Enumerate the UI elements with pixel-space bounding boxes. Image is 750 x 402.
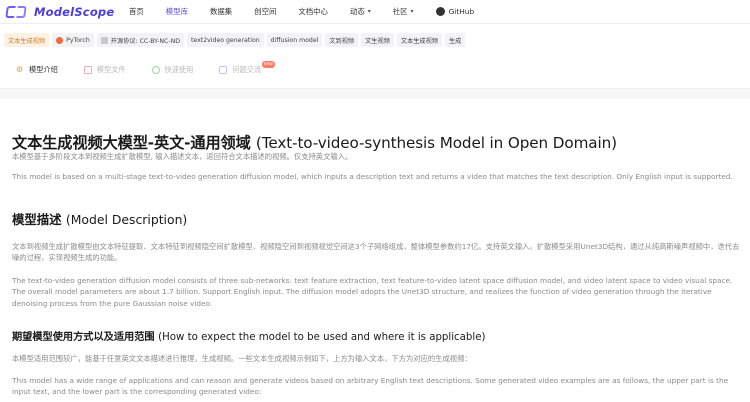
tab-label: 快速使用 xyxy=(164,65,194,74)
nav-item-6[interactable]: 社区 ▾ xyxy=(382,0,425,24)
nav-item-5[interactable]: 动态 ▾ xyxy=(339,0,382,24)
tag-label: diffusion model xyxy=(270,36,319,44)
usage-heading-en: (How to expect the model to be used and … xyxy=(158,332,486,343)
tab-label: 模型文件 xyxy=(96,65,126,74)
tag-3[interactable]: text2video generation xyxy=(186,33,264,47)
model-description-cn: 文本到视频生成扩散模型由文本特征提取、文本特征到视频隐空间扩散模型、视频隐空间到… xyxy=(12,242,740,263)
quick-use-icon xyxy=(151,66,160,74)
license-icon xyxy=(100,36,108,44)
usage-cn: 本模型适用范围较广，能基于任意英文文本描述进行推理，生成视频。一些文本生成视频示… xyxy=(12,354,472,363)
model-description-heading: 模型描述 (Model Description) xyxy=(12,210,187,228)
page-title-cn: 文本生成视频大模型-英文-通用领域 xyxy=(12,134,256,152)
tag-label: 开源协议: CC-BY-NC-ND xyxy=(110,37,180,45)
pytorch-icon xyxy=(56,36,64,44)
tag-8[interactable]: 生成 xyxy=(445,33,466,47)
model-tags: 文本生成视频 PyTorch 开源协议: CC-BY-NC-ND text2video… xyxy=(0,30,750,50)
tab-0[interactable]: ⚙ 模型介绍 xyxy=(16,60,58,80)
tag-7[interactable]: 文本生成视频 xyxy=(396,33,442,47)
brand-name: ModelScope xyxy=(34,4,115,19)
tag-label: 文生视频 xyxy=(365,37,390,45)
chevron-down-icon: ▾ xyxy=(367,8,371,15)
tab-3[interactable]: 问题交流 new xyxy=(219,60,276,80)
model-tabs: ⚙ 模型介绍 模型文件 快速使用 问题交流 new xyxy=(0,60,750,80)
tab-1[interactable]: 模型文件 xyxy=(83,60,126,80)
nav-item-7[interactable]: GitHub xyxy=(425,0,486,24)
nav-item-label: 文档中心 xyxy=(298,7,328,16)
nav-item-label: GitHub xyxy=(448,7,475,16)
chevron-down-icon: ▾ xyxy=(410,8,414,15)
nav-item-label: 模型库 xyxy=(165,7,188,16)
nav-item-3[interactable]: 创空间 xyxy=(243,0,287,24)
tag-5[interactable]: 文到视频 xyxy=(325,33,359,47)
model-intro-icon: ⚙ xyxy=(16,65,24,74)
nav-item-label: 数据集 xyxy=(209,7,233,16)
nav-item-4[interactable]: 文档中心 xyxy=(287,0,339,24)
page-title-en: (Text-to-video-synthesis Model in Open D… xyxy=(255,134,617,152)
model-files-icon xyxy=(83,66,92,74)
tag-label: text2video generation xyxy=(190,36,260,44)
nav-item-label: 首页 xyxy=(129,7,144,16)
tab-label: 问题交流 xyxy=(232,65,262,74)
tag-1[interactable]: PyTorch xyxy=(52,33,94,47)
nav-item-1[interactable]: 模型库 xyxy=(155,0,199,24)
tag-label: 文本生成视频 xyxy=(8,37,46,45)
top-navigation-bar: ModelScope 首页 模型库 数据集 创空间 文档中心 动态 ▾ 社区 ▾ GitHub xyxy=(0,0,750,24)
model-description-en: The text-to-video generation diffusion m… xyxy=(12,276,733,308)
discussion-icon xyxy=(219,66,228,74)
tag-label: 生成 xyxy=(449,37,462,45)
nav-item-0[interactable]: 首页 xyxy=(118,0,155,24)
new-badge: new xyxy=(261,61,276,68)
tag-2[interactable]: 开源协议: CC-BY-NC-ND xyxy=(96,33,184,47)
section-divider xyxy=(0,88,750,99)
tab-label: 模型介绍 xyxy=(29,65,58,74)
usage-heading-cn: 期望模型使用方式以及适用范围 xyxy=(12,332,159,343)
tag-0[interactable]: 文本生成视频 xyxy=(4,33,50,47)
tab-2[interactable]: 快速使用 xyxy=(151,60,194,80)
nav-item-label: 动态 xyxy=(349,7,365,16)
nav-item-2[interactable]: 数据集 xyxy=(199,0,243,24)
intro-cn: 本模型基于多阶段文本到视频生成扩散模型, 输入描述文本，返回符合文本描述的视频。… xyxy=(12,152,353,161)
intro-en: This model is based on a multi-stage tex… xyxy=(12,172,733,181)
github-icon xyxy=(435,7,445,16)
tag-label: 文本生成视频 xyxy=(400,37,438,45)
modelscope-logo[interactable]: ModelScope xyxy=(5,4,118,20)
tag-label: 文到视频 xyxy=(329,37,355,45)
usage-en: This model has a wide range of applicati… xyxy=(12,376,729,397)
modelscope-logo-icon xyxy=(5,4,28,20)
model-description-heading-en: (Model Description) xyxy=(65,212,188,227)
nav-menu: 首页 模型库 数据集 创空间 文档中心 动态 ▾ 社区 ▾ GitHub xyxy=(118,0,485,24)
usage-heading: 期望模型使用方式以及适用范围 (How to expect the model … xyxy=(12,328,485,343)
model-description-heading-cn: 模型描述 xyxy=(12,212,66,227)
page-title: 文本生成视频大模型-英文-通用领域 (Text-to-video-synthes… xyxy=(12,131,617,153)
tag-6[interactable]: 文生视频 xyxy=(361,33,394,47)
tag-label: PyTorch xyxy=(66,36,90,44)
tag-4[interactable]: diffusion model xyxy=(266,33,323,47)
nav-item-label: 社区 xyxy=(392,7,408,16)
nav-item-label: 创空间 xyxy=(254,7,277,16)
